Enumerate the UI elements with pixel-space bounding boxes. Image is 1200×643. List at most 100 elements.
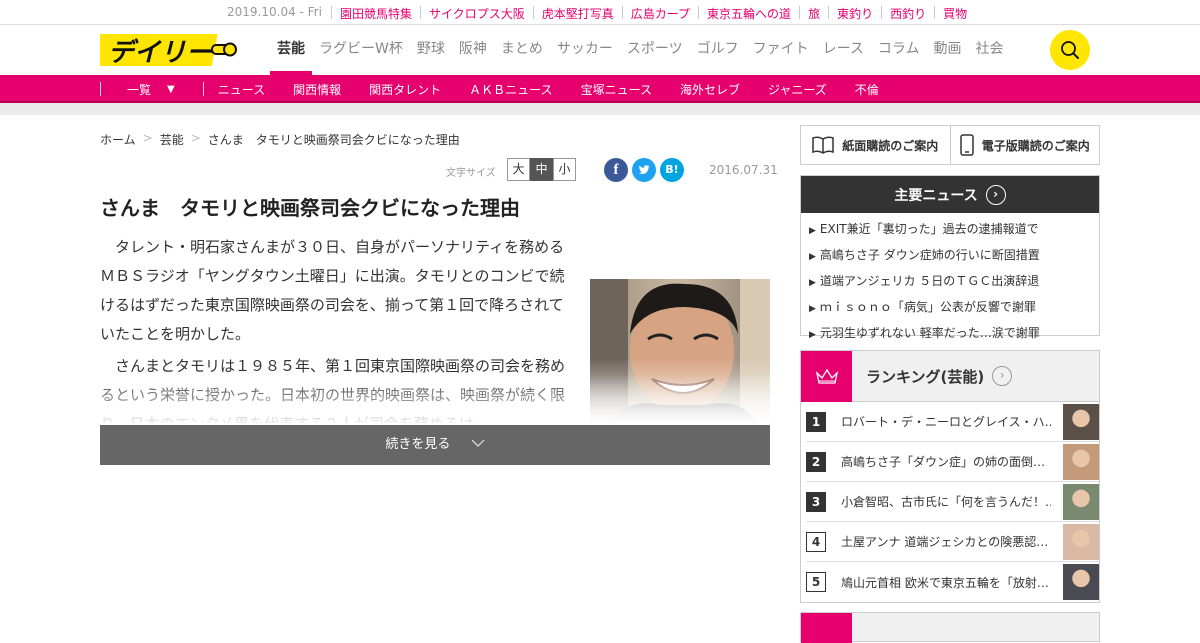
read-more-button[interactable]: 続きを見る: [100, 425, 770, 465]
font-size-medium-button[interactable]: 中: [530, 158, 553, 181]
main-news-box: 主要ニュース › ▶ EXIT兼近「裏切った」過去の逮捕報道で ▶ 高嶋ちさ子 ダウン症…: [800, 175, 1100, 340]
widget-icon: [801, 613, 852, 643]
digital-subscribe-link[interactable]: 電子版購読のご案内: [949, 126, 1100, 164]
topbar-link[interactable]: 広島カープ: [623, 5, 698, 22]
hatena-bookmark-icon[interactable]: B!: [660, 158, 684, 182]
topbar-link[interactable]: 旅: [800, 5, 828, 22]
ranking-row[interactable]: 5 鳩山元首相 欧米で東京五輪を「放射…: [806, 562, 1099, 602]
nav-item[interactable]: 野球: [410, 25, 452, 75]
topbar-link[interactable]: 園田競馬特集: [332, 5, 420, 22]
nav-item[interactable]: 芸能: [270, 25, 312, 75]
nav-item[interactable]: 阪神: [452, 25, 494, 75]
read-more-label: 続きを見る: [385, 437, 451, 452]
ranking-list: 1 ロバート・デ・ニーロとグレイス・ハ… 2 高嶋ちさ子「ダウン症」の姉の面倒… 3 小倉…: [801, 402, 1099, 602]
rank-number: 1: [806, 411, 826, 432]
all-menu-label: 一覧: [127, 82, 152, 97]
facebook-share-icon[interactable]: f: [604, 158, 628, 182]
book-icon: [812, 136, 834, 154]
main-news-list: ▶ EXIT兼近「裏切った」過去の逮捕報道で ▶ 高嶋ちさ子 ダウン症姉の行いに断固措…: [801, 213, 1099, 347]
breadcrumb-item[interactable]: ホーム: [100, 131, 136, 148]
subnav-item[interactable]: ニュース: [204, 81, 279, 98]
triangle-right-icon: ▶: [809, 330, 816, 340]
subnav-item[interactable]: 関西情報: [279, 81, 355, 98]
rank-number: 2: [806, 451, 826, 472]
divider: [202, 82, 204, 96]
main-news-title: 主要ニュース: [894, 187, 978, 204]
subnav-item[interactable]: 海外セレブ: [666, 81, 754, 98]
ranking-row[interactable]: 2 高嶋ちさ子「ダウン症」の姉の面倒…: [806, 442, 1099, 482]
triangle-down-icon: ▼: [167, 83, 175, 95]
newspaper-subscribe-label: 紙面購読のご案内: [842, 138, 939, 153]
subnav-item[interactable]: 宝塚ニュース: [567, 81, 666, 98]
triangle-right-icon: ▶: [809, 252, 816, 262]
newspaper-subscribe-link[interactable]: 紙面購読のご案内: [801, 126, 950, 164]
twitter-share-icon[interactable]: [632, 158, 656, 182]
nav-item[interactable]: コラム: [871, 25, 927, 75]
list-item[interactable]: ▶ EXIT兼近「裏切った」過去の逮捕報道で: [809, 217, 1099, 243]
subnav-item[interactable]: 関西タレント: [355, 81, 455, 98]
chevron-right-icon: >: [190, 131, 201, 145]
nav-item[interactable]: 社会: [968, 25, 1010, 75]
top-utility-bar: 2019.10.04 - Fri 園田競馬特集 サイクロプス大阪 虎本堅打写真 広島カ…: [0, 0, 1200, 25]
ranking-row[interactable]: 1 ロバート・デ・ニーロとグレイス・ハ…: [806, 402, 1099, 442]
nav-item[interactable]: スポーツ: [620, 25, 690, 75]
main-news-header[interactable]: 主要ニュース ›: [801, 176, 1099, 213]
svg-text:デイリー: デイリー: [108, 38, 213, 68]
nav-item[interactable]: ゴルフ: [690, 25, 746, 75]
nav-item[interactable]: ラグビーW杯: [312, 25, 410, 75]
ranking-row[interactable]: 3 小倉智昭、古市氏に「何を言うんだ！…: [806, 482, 1099, 522]
global-nav: 芸能 ラグビーW杯 野球 阪神 まとめ サッカー スポーツ ゴルフ ファイト レース コラム 動画 社会: [270, 25, 1010, 75]
list-item[interactable]: ▶ 道端アンジェリカ ５日のＴＧＣ出演辞退: [809, 269, 1099, 295]
ranking-thumbnail[interactable]: [1063, 564, 1099, 600]
search-button[interactable]: [1050, 30, 1090, 70]
news-headline: 高嶋ちさ子 ダウン症姉の行いに断固措置: [819, 248, 1040, 262]
topbar-link[interactable]: サイクロプス大阪: [421, 5, 533, 22]
article-paragraph: タレント・明石家さんまが３０日、自身がパーソナリティを務めるＭＢＳラジオ「ヤング…: [100, 238, 565, 343]
subnav-item[interactable]: 不倫: [841, 81, 893, 98]
sub-nav: 一覧 ▼ ニュース 関西情報 関西タレント ＡＫＢニュース 宝塚ニュース 海外セレブ ジャニー…: [0, 75, 1200, 103]
list-item[interactable]: ▶ 元羽生ゆずれない 軽率だった…涙で謝罪: [809, 321, 1099, 347]
nav-item[interactable]: サッカー: [550, 25, 620, 75]
ranking-row[interactable]: 4 土屋アンナ 道端ジェシカとの険悪認…: [806, 522, 1099, 562]
font-size-large-button[interactable]: 大: [507, 158, 530, 181]
list-item[interactable]: ▶ ｍｉｓｏｎｏ「病気」公表が反響で謝罪: [809, 295, 1099, 321]
ranking-thumbnail[interactable]: [1063, 444, 1099, 480]
list-item[interactable]: ▶ 高嶋ちさ子 ダウン症姉の行いに断固措置: [809, 243, 1099, 269]
ranking-thumbnail[interactable]: [1063, 524, 1099, 560]
ranking-box: ランキング(芸能) › 1 ロバート・デ・ニーロとグレイス・ハ… 2 高嶋ちさ子「ダウ…: [800, 350, 1100, 603]
subnav-item[interactable]: ジャニーズ: [754, 81, 841, 98]
publish-date: 2016.07.31: [709, 163, 778, 177]
chevron-right-icon: ›: [985, 184, 1006, 205]
chevron-down-icon: [471, 439, 485, 448]
font-size-small-button[interactable]: 小: [553, 158, 576, 181]
ranking-header[interactable]: ランキング(芸能) ›: [801, 350, 1099, 402]
nav-item[interactable]: まとめ: [494, 25, 550, 75]
subnav-item[interactable]: ＡＫＢニュース: [455, 81, 566, 98]
news-headline: EXIT兼近「裏切った」過去の逮捕報道で: [819, 222, 1039, 236]
next-widget-box: [800, 612, 1100, 643]
ranking-headline: 土屋アンナ 道端ジェシカとの険悪認…: [841, 535, 1049, 549]
chevron-right-icon: ›: [992, 366, 1013, 386]
site-logo[interactable]: デイリー: [100, 31, 240, 69]
divider: [100, 82, 101, 96]
nav-item[interactable]: 動画: [926, 25, 968, 75]
nav-item[interactable]: レース: [816, 25, 871, 75]
topbar-link[interactable]: 東京五輪への道: [699, 5, 799, 22]
breadcrumb: ホーム > 芸能 > さんま タモリと映画祭司会クビになった理由: [100, 131, 460, 148]
topbar-link[interactable]: 虎本堅打写真: [534, 5, 622, 22]
article-tools: 文字サイズ 大 中 小 f B! 2016.07.31: [446, 158, 778, 182]
all-menu-toggle[interactable]: 一覧 ▼: [101, 81, 203, 98]
article-fade-overlay: [100, 375, 770, 425]
nav-item[interactable]: ファイト: [746, 25, 816, 75]
topbar-link[interactable]: 買物: [935, 5, 975, 22]
topbar-link[interactable]: 東釣り: [829, 5, 881, 22]
article-title: さんま タモリと映画祭司会クビになった理由: [100, 196, 520, 220]
news-headline: 元羽生ゆずれない 軽率だった…涙で謝罪: [819, 326, 1040, 340]
breadcrumb-item[interactable]: 芸能: [160, 131, 184, 148]
ranking-title: ランキング(芸能): [866, 367, 985, 386]
ranking-thumbnail[interactable]: [1063, 484, 1099, 520]
ranking-thumbnail[interactable]: [1063, 404, 1099, 440]
digital-subscribe-label: 電子版購読のご案内: [981, 138, 1090, 153]
topbar-link[interactable]: 西釣り: [882, 5, 934, 22]
ranking-headline: 鳩山元首相 欧米で東京五輪を「放射…: [841, 575, 1049, 590]
